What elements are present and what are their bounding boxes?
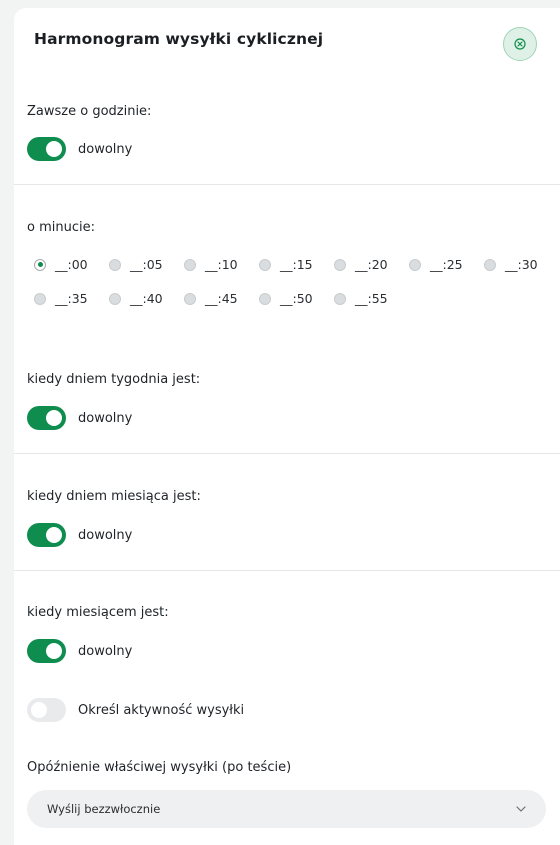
monthday-any-toggle[interactable]: dowolny [27, 523, 132, 547]
divider [14, 184, 560, 185]
minute-radio-35[interactable]: __:35 [34, 291, 88, 306]
minute-radio-group: __:00 __:05 __:10 __:15 __:20 __:25 __:3… [34, 254, 554, 314]
radio-dot[interactable] [484, 258, 496, 271]
radio-dot[interactable] [334, 292, 346, 305]
radio-dot[interactable] [259, 258, 271, 271]
toggle-label: dowolny [78, 141, 133, 157]
minute-radio-05[interactable]: __:05 [109, 257, 163, 272]
toggle-label: dowolny [78, 410, 133, 426]
toggle-knob [31, 702, 47, 718]
close-circle-icon [514, 38, 526, 50]
radio-label: __:10 [205, 257, 238, 272]
delay-select[interactable]: Wyślij bezzwłocznie [27, 790, 546, 828]
minute-radio-20[interactable]: __:20 [334, 257, 388, 272]
minute-label: o minucie: [27, 220, 95, 235]
radio-dot[interactable] [34, 258, 46, 271]
radio-dot[interactable] [34, 292, 46, 305]
radio-label: __:35 [55, 291, 88, 306]
radio-dot[interactable] [334, 258, 346, 271]
radio-label: __:20 [355, 257, 388, 272]
radio-dot[interactable] [259, 292, 271, 305]
toggle-switch[interactable] [27, 523, 66, 547]
radio-dot[interactable] [109, 258, 121, 271]
radio-label: __:40 [130, 291, 163, 306]
radio-dot[interactable] [109, 292, 121, 305]
delay-label: Opóźnienie właściwej wysyłki (po teście) [27, 760, 292, 775]
radio-label: __:05 [130, 257, 163, 272]
weekday-any-toggle[interactable]: dowolny [27, 406, 132, 430]
minute-radio-15[interactable]: __:15 [259, 257, 313, 272]
chevron-down-icon [516, 806, 526, 812]
toggle-switch[interactable] [27, 639, 66, 663]
toggle-label: dowolny [78, 643, 133, 659]
toggle-knob [46, 643, 62, 659]
minute-radio-45[interactable]: __:45 [184, 291, 238, 306]
minute-radio-55[interactable]: __:55 [334, 291, 388, 306]
radio-dot[interactable] [184, 258, 196, 271]
radio-label: __:55 [355, 291, 388, 306]
radio-label: __:50 [280, 291, 313, 306]
month-label: kiedy miesiącem jest: [27, 605, 169, 620]
hour-any-toggle[interactable]: dowolny [27, 137, 132, 161]
divider [14, 570, 560, 571]
month-any-toggle[interactable]: dowolny [27, 639, 132, 663]
toggle-label: dowolny [78, 527, 133, 543]
radio-label: __:15 [280, 257, 313, 272]
toggle-switch[interactable] [27, 406, 66, 430]
minute-radio-00[interactable]: __:00 [34, 257, 88, 272]
schedule-panel: Harmonogram wysyłki cyklicznej Zawsze o … [14, 8, 560, 845]
toggle-knob [46, 410, 62, 426]
activity-toggle[interactable]: Określ aktywność wysyłki [27, 698, 244, 722]
radio-label: __:45 [205, 291, 238, 306]
divider [14, 453, 560, 454]
minute-radio-25[interactable]: __:25 [409, 257, 463, 272]
radio-label: __:25 [430, 257, 463, 272]
hour-label: Zawsze o godzinie: [27, 104, 152, 119]
minute-radio-10[interactable]: __:10 [184, 257, 238, 272]
panel-title: Harmonogram wysyłki cyklicznej [34, 30, 324, 48]
minute-radio-40[interactable]: __:40 [109, 291, 163, 306]
toggle-label: Określ aktywność wysyłki [78, 702, 245, 718]
minute-radio-30[interactable]: __:30 [484, 257, 538, 272]
toggle-knob [46, 141, 62, 157]
close-button[interactable] [503, 27, 537, 61]
radio-label: __:00 [55, 257, 88, 272]
radio-label: __:30 [505, 257, 538, 272]
monthday-label: kiedy dniem miesiąca jest: [27, 489, 201, 504]
radio-dot[interactable] [184, 292, 196, 305]
toggle-knob [46, 527, 62, 543]
select-value: Wyślij bezzwłocznie [47, 802, 161, 816]
toggle-switch[interactable] [27, 698, 66, 722]
toggle-switch[interactable] [27, 137, 66, 161]
weekday-label: kiedy dniem tygodnia jest: [27, 372, 201, 387]
minute-radio-50[interactable]: __:50 [259, 291, 313, 306]
radio-dot[interactable] [409, 258, 421, 271]
